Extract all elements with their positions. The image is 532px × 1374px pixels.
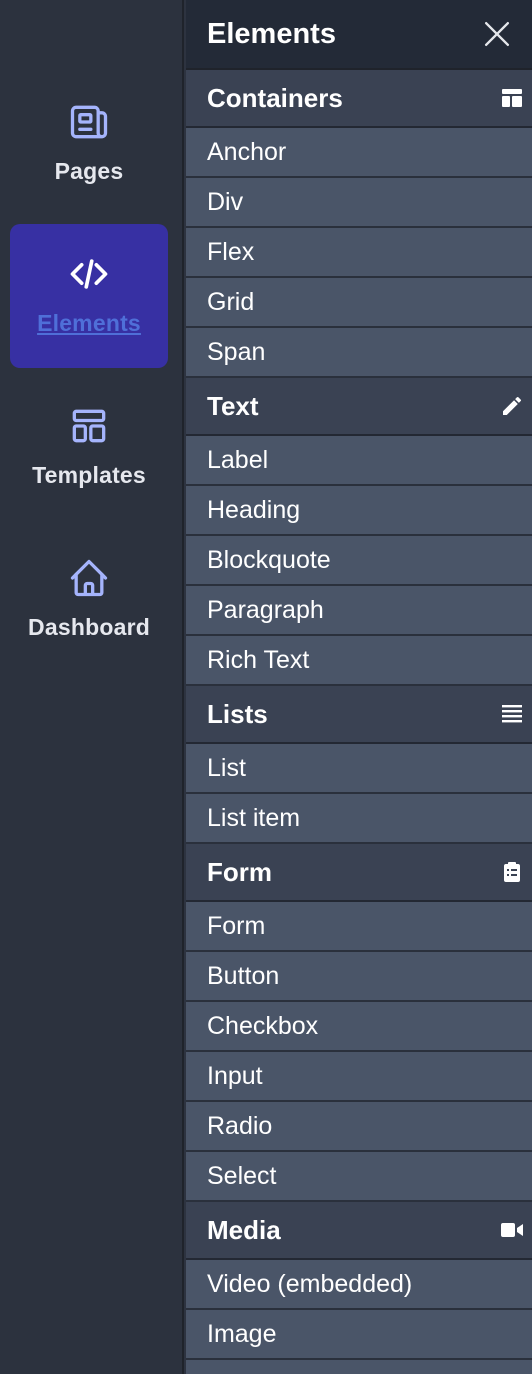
- nav-label-dashboard: Dashboard: [28, 614, 150, 640]
- video-camera-icon: [501, 1223, 523, 1237]
- section-header-lists[interactable]: Lists: [186, 686, 532, 744]
- section-title: Containers: [207, 82, 343, 113]
- elements-panel: Elements Containers Anchor Div Flex Grid…: [186, 0, 532, 1374]
- nav-item-elements[interactable]: Elements: [10, 224, 168, 368]
- element-item-partial[interactable]: [186, 1360, 532, 1374]
- element-item-grid[interactable]: Grid: [186, 278, 532, 328]
- element-item-rich-text[interactable]: Rich Text: [186, 636, 532, 686]
- element-item-blockquote[interactable]: Blockquote: [186, 536, 532, 586]
- pencil-icon: [503, 396, 522, 415]
- section-header-media[interactable]: Media: [186, 1202, 532, 1260]
- list-icon: [502, 705, 522, 723]
- panel-title: Elements: [207, 17, 336, 50]
- section-title: Form: [207, 856, 272, 887]
- element-item-video-embedded[interactable]: Video (embedded): [186, 1260, 532, 1310]
- element-item-select[interactable]: Select: [186, 1152, 532, 1202]
- element-item-anchor[interactable]: Anchor: [186, 128, 532, 178]
- element-item-input[interactable]: Input: [186, 1052, 532, 1102]
- layout-dashboard-icon: [502, 89, 522, 107]
- element-item-list[interactable]: List: [186, 744, 532, 794]
- nav-label-templates: Templates: [32, 462, 146, 488]
- element-item-list-item[interactable]: List item: [186, 794, 532, 844]
- element-item-label[interactable]: Label: [186, 436, 532, 486]
- element-item-checkbox[interactable]: Checkbox: [186, 1002, 532, 1052]
- element-item-div[interactable]: Div: [186, 178, 532, 228]
- nav-item-pages[interactable]: Pages: [10, 72, 168, 216]
- element-item-heading[interactable]: Heading: [186, 486, 532, 536]
- section-title: Media: [207, 1214, 281, 1245]
- nav-label-elements: Elements: [37, 310, 141, 336]
- clipboard-list-icon: [504, 862, 520, 882]
- element-item-form[interactable]: Form: [186, 902, 532, 952]
- sidebar-nav: Pages Elements Templates Dashboard: [0, 0, 184, 1374]
- code-icon: [70, 259, 108, 289]
- element-item-button[interactable]: Button: [186, 952, 532, 1002]
- nav-item-dashboard[interactable]: Dashboard: [10, 528, 168, 672]
- close-icon[interactable]: [484, 21, 510, 47]
- element-item-image[interactable]: Image: [186, 1310, 532, 1360]
- element-item-paragraph[interactable]: Paragraph: [186, 586, 532, 636]
- newspaper-icon: [70, 105, 108, 139]
- section-header-form[interactable]: Form: [186, 844, 532, 902]
- section-header-text[interactable]: Text: [186, 378, 532, 436]
- element-item-span[interactable]: Span: [186, 328, 532, 378]
- section-title: Text: [207, 390, 259, 421]
- section-title: Lists: [207, 698, 268, 729]
- nav-item-templates[interactable]: Templates: [10, 376, 168, 520]
- nav-label-pages: Pages: [54, 158, 124, 184]
- panel-header: Elements: [186, 0, 532, 70]
- layout-icon: [72, 409, 106, 443]
- home-icon: [70, 559, 108, 597]
- element-item-flex[interactable]: Flex: [186, 228, 532, 278]
- section-header-containers[interactable]: Containers: [186, 70, 532, 128]
- element-item-radio[interactable]: Radio: [186, 1102, 532, 1152]
